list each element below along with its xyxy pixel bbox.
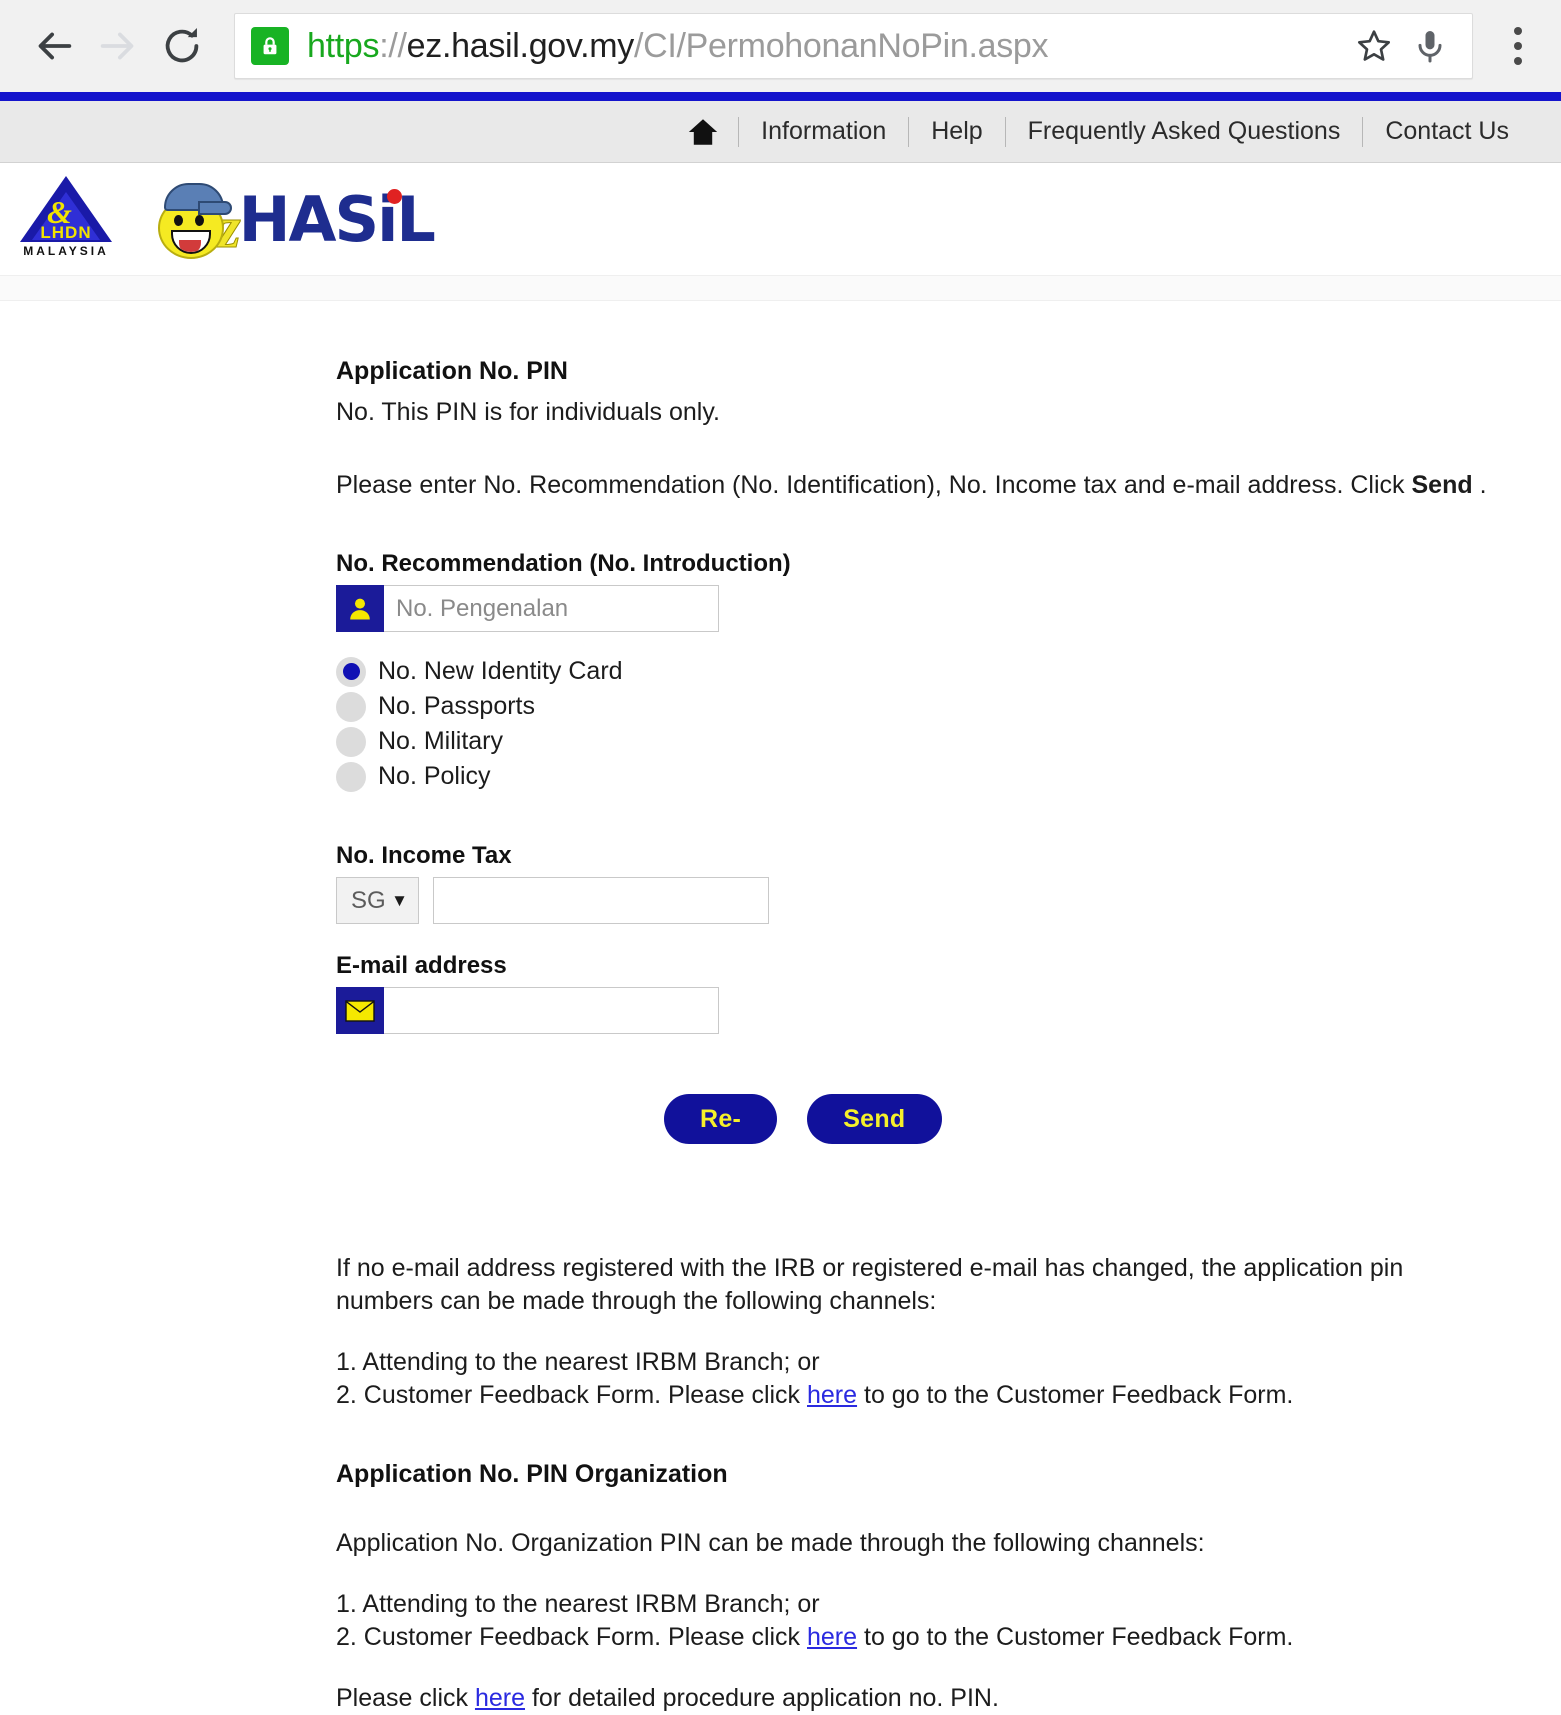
voice-search-button[interactable] (1402, 18, 1458, 74)
radio-button-selected-icon[interactable] (336, 656, 366, 687)
individual-notes-intro: If no e-mail address registered with the… (336, 1252, 1561, 1318)
income-tax-prefix-value: SG (351, 886, 386, 914)
procedure-link[interactable]: here (475, 1684, 525, 1712)
recommendation-label: No. Recommendation (No. Introduction) (336, 550, 791, 577)
id-type-radio-group: No. New Identity Card No. Passports No. … (336, 654, 1561, 794)
income-tax-field-row: SG ▼ (336, 877, 769, 924)
individual-notes-line1: If no e-mail address registered with the… (336, 1254, 1404, 1282)
radio-label: No. Passports (378, 692, 536, 720)
browser-menu-button[interactable] (1493, 14, 1543, 78)
url-host: ez.hasil.gov.my (406, 26, 635, 65)
form-instruction-pre: Please enter No. Recommendation (No. Ide… (336, 471, 1412, 499)
form-instruction-bold: Send (1411, 471, 1473, 499)
site-logo-band: & LHDN MALAYSIA z HASiL (0, 163, 1561, 275)
smiley-face-icon (154, 181, 232, 259)
recommendation-field-row (336, 585, 719, 632)
three-dot-menu-icon (1514, 57, 1522, 65)
reload-icon (165, 27, 199, 63)
lhdn-country-label: MALAYSIA (23, 244, 109, 258)
main-content: Application No. PIN No. This PIN is for … (0, 301, 1561, 1715)
star-icon (1358, 30, 1390, 61)
organization-channel-1: 1. Attending to the nearest IRBM Branch;… (336, 1590, 820, 1618)
lhdn-malaysia-logo: & LHDN MALAYSIA (14, 176, 118, 262)
browser-toolbar: https://ez.hasil.gov.my/CI/PermohonanNoP… (0, 0, 1561, 92)
organization-channel-2: 2. Customer Feedback Form. Please click … (336, 1621, 1561, 1654)
email-field-row (336, 987, 719, 1034)
form-instruction-post: . (1472, 471, 1487, 499)
back-button[interactable] (22, 14, 86, 78)
recommendation-input[interactable] (384, 585, 719, 632)
radio-option-military[interactable]: No. Military (336, 724, 1561, 759)
individual-channel-2: 2. Customer Feedback Form. Please click … (336, 1379, 1561, 1412)
income-tax-prefix-select[interactable]: SG ▼ (336, 877, 419, 924)
form-instruction: Please enter No. Recommendation (No. Ide… (336, 469, 1561, 502)
income-tax-input[interactable] (433, 877, 769, 924)
radio-label: No. Policy (378, 762, 491, 790)
lock-icon (251, 27, 289, 65)
reload-button[interactable] (150, 14, 214, 78)
nav-link-faq[interactable]: Frequently Asked Questions (1006, 117, 1363, 146)
organization-intro: Application No. Organization PIN can be … (336, 1529, 1205, 1557)
form-button-row: Re- Send (664, 1094, 1561, 1144)
envelope-icon (336, 987, 384, 1034)
nav-link-contact-us[interactable]: Contact Us (1363, 117, 1531, 146)
address-bar[interactable]: https://ez.hasil.gov.my/CI/PermohonanNoP… (234, 13, 1473, 79)
individual-notes-line2: numbers can be made through the followin… (336, 1287, 937, 1315)
individual-channel-2-post: to go to the Customer Feedback Form. (857, 1381, 1294, 1409)
home-button[interactable] (668, 115, 738, 149)
email-label: E-mail address (336, 952, 507, 979)
email-input[interactable] (384, 987, 719, 1034)
organization-channel-2-pre: 2. Customer Feedback Form. Please click (336, 1623, 807, 1651)
url-separator: :// (379, 26, 407, 65)
customer-feedback-link[interactable]: here (807, 1623, 857, 1651)
url-text: https://ez.hasil.gov.my/CI/PermohonanNoP… (307, 27, 1346, 66)
bookmark-button[interactable] (1346, 18, 1402, 74)
site-top-navigation: Information Help Frequently Asked Questi… (0, 101, 1561, 163)
hasil-wordmark-text: HASiL (238, 182, 436, 256)
income-tax-label: No. Income Tax (336, 842, 512, 869)
url-path: /CI/PermohonanNoPin.aspx (633, 26, 1049, 65)
back-arrow-icon (38, 32, 72, 60)
reset-button[interactable]: Re- (664, 1094, 778, 1144)
procedure-note: Please click here for detailed procedure… (336, 1682, 1561, 1715)
organization-heading: Application No. PIN Organization (336, 1460, 728, 1488)
radio-label: No. Military (378, 727, 504, 755)
procedure-note-pre: Please click (336, 1684, 475, 1712)
home-icon (689, 118, 718, 145)
lhdn-wordmark: LHDN (40, 223, 92, 242)
page-title: Application No. PIN (336, 357, 568, 385)
nav-link-help[interactable]: Help (909, 117, 1004, 146)
radio-button-icon[interactable] (336, 761, 366, 792)
page-subheading: No. This PIN is for individuals only. (336, 398, 720, 426)
procedure-note-post: for detailed procedure application no. P… (525, 1684, 999, 1712)
microphone-icon (1418, 31, 1442, 63)
logo-band-separator (0, 275, 1561, 301)
three-dot-menu-icon (1514, 42, 1522, 50)
radio-option-new-identity-card[interactable]: No. New Identity Card (336, 654, 1561, 689)
url-scheme: https (307, 26, 380, 65)
person-icon (336, 585, 384, 632)
chevron-down-icon: ▼ (391, 890, 408, 910)
radio-option-passports[interactable]: No. Passports (336, 689, 1561, 724)
radio-label: No. New Identity Card (378, 657, 623, 685)
individual-channel-2-pre: 2. Customer Feedback Form. Please click (336, 1381, 807, 1409)
radio-button-icon[interactable] (336, 691, 366, 722)
individual-channel-1: 1. Attending to the nearest IRBM Branch;… (336, 1348, 820, 1376)
radio-option-policy[interactable]: No. Policy (336, 759, 1561, 794)
forward-button[interactable] (86, 14, 150, 78)
radio-button-icon[interactable] (336, 726, 366, 757)
customer-feedback-link[interactable]: here (807, 1381, 857, 1409)
ezhasil-logo: z HASiL (154, 178, 436, 261)
hasil-wordmark: HASiL (238, 182, 436, 256)
brand-blue-rule (0, 92, 1561, 101)
forward-arrow-icon (100, 32, 134, 60)
hasil-red-dot-icon (386, 188, 402, 204)
three-dot-menu-icon (1514, 27, 1522, 35)
organization-channel-2-post: to go to the Customer Feedback Form. (857, 1623, 1294, 1651)
nav-link-information[interactable]: Information (739, 117, 908, 146)
send-button[interactable]: Send (807, 1094, 942, 1144)
